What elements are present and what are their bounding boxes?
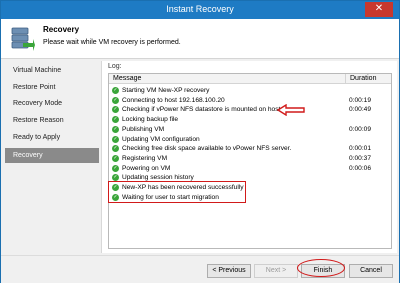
step-ready-to-apply[interactable]: Ready to Apply	[5, 130, 99, 145]
success-check-icon: ✓	[112, 116, 119, 124]
previous-button[interactable]: < Previous	[207, 264, 251, 278]
log-message: Checking if vPower NFS datastore is moun…	[122, 106, 281, 114]
step-recovery-mode[interactable]: Recovery Mode	[5, 96, 99, 111]
instant-recovery-window: Instant Recovery ✕ Recovery Please wait …	[0, 0, 400, 283]
next-button[interactable]: Next >	[254, 264, 298, 278]
success-check-icon: ✓	[112, 87, 119, 94]
log-message: Locking backup file	[122, 116, 179, 124]
log-duration: 0:00:49	[349, 106, 371, 114]
page-title: Recovery	[43, 25, 80, 34]
success-check-icon: ✓	[112, 106, 119, 114]
log-message: Publishing VM	[122, 125, 165, 133]
close-button[interactable]: ✕	[365, 2, 393, 17]
server-restore-icon	[11, 27, 35, 51]
success-check-icon: ✓	[112, 154, 119, 162]
step-restore-point[interactable]: Restore Point	[5, 80, 99, 95]
column-message[interactable]: Message	[113, 75, 141, 82]
log-label: Log:	[108, 63, 122, 70]
log-header: Message Duration	[109, 74, 391, 84]
success-check-icon: ✓	[112, 135, 119, 143]
wizard-header: Recovery Please wait while VM recovery i…	[1, 19, 399, 59]
log-duration: 0:00:09	[349, 125, 371, 133]
page-subtitle: Please wait while VM recovery is perform…	[43, 39, 181, 46]
content-panel: Log: Message Duration ✓ Starting VM New-X…	[101, 61, 397, 253]
success-check-icon: ✓	[112, 125, 119, 133]
step-restore-reason[interactable]: Restore Reason	[5, 113, 99, 128]
title-bar: Instant Recovery ✕	[1, 1, 399, 19]
log-list[interactable]: Message Duration ✓ Starting VM New-XP rec…	[108, 73, 392, 249]
log-row[interactable]: ✓ Checking free disk space available to v…	[109, 144, 391, 153]
annotation-finish-ring	[297, 259, 345, 277]
log-duration: 0:00:37	[349, 154, 371, 162]
log-row[interactable]: ✓ Publishing VM 0:00:09	[109, 125, 391, 134]
success-check-icon: ✓	[112, 145, 119, 153]
cancel-button[interactable]: Cancel	[349, 264, 393, 278]
log-duration: 0:00:19	[349, 96, 371, 104]
step-virtual-machine[interactable]: Virtual Machine	[5, 63, 99, 78]
column-duration[interactable]: Duration	[345, 74, 376, 84]
window-title: Instant Recovery	[166, 4, 234, 14]
success-check-icon: ✓	[112, 164, 119, 172]
annotation-arrow-icon	[277, 104, 305, 116]
log-row[interactable]: ✓ Connecting to host 192.168.100.20 0:00:1…	[109, 96, 391, 105]
log-message: Powering on VM	[122, 164, 171, 172]
log-duration: 0:00:01	[349, 145, 371, 153]
log-row[interactable]: ✓ Updating VM configuration	[109, 135, 391, 144]
log-row[interactable]: ✓ Powering on VM 0:00:06	[109, 164, 391, 173]
log-row[interactable]: ✓ Checking if vPower NFS datastore is mou…	[109, 105, 391, 114]
log-message: Checking free disk space available to vP…	[122, 145, 292, 153]
log-row[interactable]: ✓ Starting VM New-XP recovery	[109, 86, 391, 95]
log-message: Starting VM New-XP recovery	[122, 87, 210, 94]
log-duration: 0:00:06	[349, 164, 371, 172]
log-message: Connecting to host 192.168.100.20	[122, 96, 225, 104]
wizard-steps: Virtual Machine Restore Point Recovery M…	[5, 61, 99, 249]
annotation-highlight-box	[108, 181, 246, 203]
log-message: Updating VM configuration	[122, 135, 200, 143]
log-row[interactable]: ✓ Locking backup file	[109, 115, 391, 124]
log-row[interactable]: ✓ Registering VM 0:00:37	[109, 154, 391, 163]
step-recovery[interactable]: Recovery	[5, 148, 99, 163]
success-check-icon: ✓	[112, 96, 119, 104]
log-message: Registering VM	[122, 154, 168, 162]
